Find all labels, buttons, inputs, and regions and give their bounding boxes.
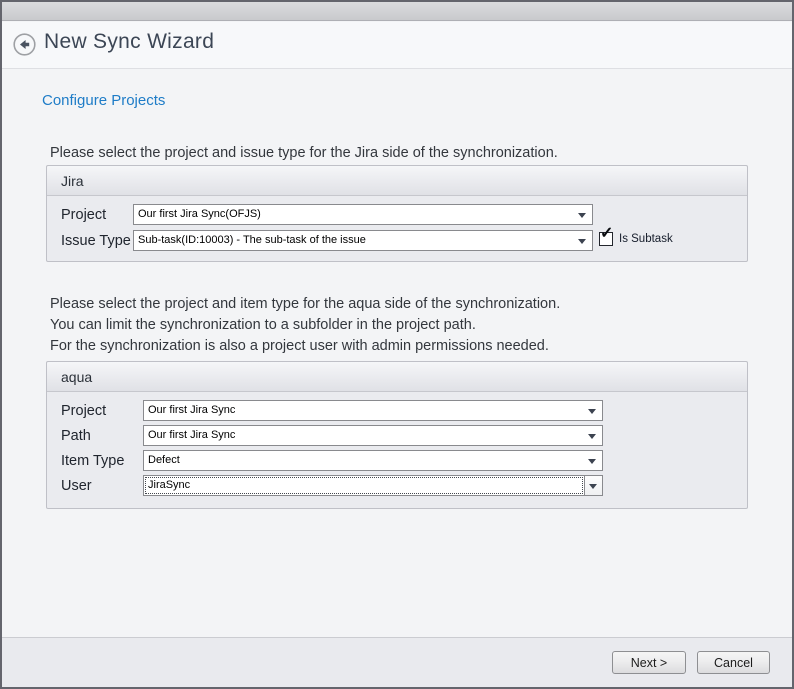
jira-issuetype-value: Sub-task(ID:10003) - The sub-task of the… [138, 234, 366, 246]
aqua-itemtype-value: Defect [148, 454, 180, 466]
is-subtask-checkbox[interactable]: ✓ Is Subtask [599, 232, 673, 246]
aqua-path-row: Path Our first Jira Sync [47, 425, 747, 450]
aqua-user-row: User JiraSync [47, 475, 747, 500]
aqua-path-value: Our first Jira Sync [148, 429, 235, 441]
aqua-project-row: Project Our first Jira Sync [47, 400, 747, 425]
is-subtask-label: Is Subtask [619, 233, 673, 245]
wizard-footer: Next > Cancel [2, 637, 792, 687]
chevron-down-icon [578, 213, 586, 218]
page-title: Configure Projects [42, 92, 165, 109]
aqua-user-value: JiraSync [148, 479, 190, 491]
chevron-down-icon [578, 239, 586, 244]
back-arrow-icon [13, 44, 36, 59]
aqua-itemtype-label: Item Type [61, 453, 124, 469]
jira-project-row: Project Our first Jira Sync(OFJS) [47, 204, 747, 230]
aqua-project-value: Our first Jira Sync [148, 404, 235, 416]
jira-issuetype-label: Issue Type [61, 233, 131, 249]
checkbox-box: ✓ [599, 232, 613, 246]
wizard-content: Configure Projects Please select the pro… [2, 70, 792, 637]
checkmark-icon: ✓ [600, 226, 613, 242]
jira-group-header: Jira [47, 166, 747, 196]
aqua-instruction-line3: For the synchronization is also a projec… [50, 336, 560, 357]
chevron-down-icon [588, 459, 596, 464]
aqua-group-header: aqua [47, 362, 747, 392]
jira-issuetype-combobox[interactable]: Sub-task(ID:10003) - The sub-task of the… [133, 230, 593, 251]
next-button[interactable]: Next > [612, 651, 686, 674]
chevron-down-icon [589, 484, 597, 489]
new-sync-wizard-window: New Sync Wizard Configure Projects Pleas… [0, 0, 794, 689]
aqua-instruction-line2: You can limit the synchronization to a s… [50, 315, 560, 336]
jira-instruction: Please select the project and issue type… [50, 143, 558, 164]
aqua-project-combobox[interactable]: Our first Jira Sync [143, 400, 603, 421]
aqua-path-combobox[interactable]: Our first Jira Sync [143, 425, 603, 446]
chevron-down-icon [588, 434, 596, 439]
aqua-instruction-line1: Please select the project and item type … [50, 294, 560, 315]
aqua-groupbox: aqua Project Our first Jira Sync Path Ou… [46, 361, 748, 509]
aqua-user-label: User [61, 478, 92, 494]
jira-issuetype-row: Issue Type Sub-task(ID:10003) - The sub-… [47, 230, 747, 256]
aqua-user-combobox[interactable]: JiraSync [143, 475, 603, 496]
dropdown-button[interactable] [584, 476, 602, 495]
jira-project-combobox[interactable]: Our first Jira Sync(OFJS) [133, 204, 593, 225]
jira-project-value: Our first Jira Sync(OFJS) [138, 208, 261, 220]
wizard-header: New Sync Wizard [2, 22, 792, 69]
aqua-instructions: Please select the project and item type … [50, 294, 560, 357]
jira-project-label: Project [61, 207, 106, 223]
aqua-itemtype-combobox[interactable]: Defect [143, 450, 603, 471]
cancel-button[interactable]: Cancel [697, 651, 770, 674]
focus-rectangle [145, 477, 583, 494]
aqua-project-label: Project [61, 403, 106, 419]
window-titlebar[interactable] [2, 2, 792, 21]
aqua-itemtype-row: Item Type Defect [47, 450, 747, 475]
back-button[interactable] [13, 33, 36, 56]
wizard-title: New Sync Wizard [44, 30, 214, 54]
chevron-down-icon [588, 409, 596, 414]
aqua-path-label: Path [61, 428, 91, 444]
jira-groupbox: Jira Project Our first Jira Sync(OFJS) I… [46, 165, 748, 262]
